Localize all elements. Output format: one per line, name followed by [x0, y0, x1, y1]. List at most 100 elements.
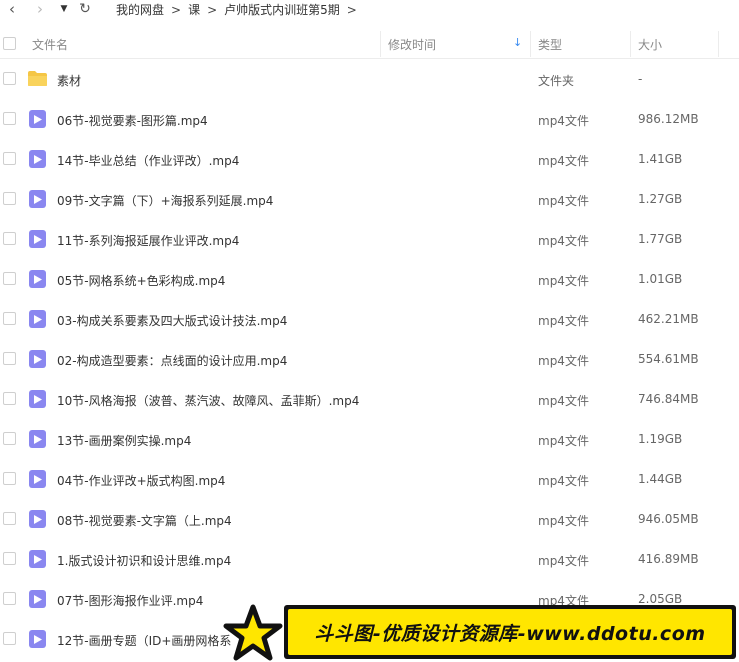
folder-icon [28, 71, 47, 86]
file-size: 1.27GB [638, 192, 683, 206]
file-name[interactable]: 09节-文字篇（下）+海报系列延展.mp4 [57, 192, 273, 209]
row-checkbox[interactable] [3, 232, 16, 245]
column-divider[interactable] [630, 31, 631, 57]
file-name[interactable]: 14节-毕业总结（作业评改）.mp4 [57, 152, 239, 169]
column-header-size[interactable]: 大小 [638, 36, 662, 53]
file-type: mp4文件 [538, 554, 589, 568]
folder-row[interactable]: 素材 文件夹 - [0, 59, 739, 99]
file-name[interactable]: 10节-风格海报（波普、蒸汽波、故障风、孟菲斯）.mp4 [57, 392, 359, 409]
file-name[interactable]: 05节-网格系统+色彩构成.mp4 [57, 272, 225, 289]
file-type: mp4文件 [538, 274, 589, 288]
file-list-header: 文件名 修改时间 ↓ 类型 大小 [0, 29, 739, 59]
file-type: mp4文件 [538, 114, 589, 128]
file-size: 1.77GB [638, 232, 683, 246]
column-header-name[interactable]: 文件名 [32, 36, 68, 53]
star-logo-icon [223, 604, 283, 661]
column-divider[interactable] [380, 31, 381, 57]
file-row[interactable]: 05节-网格系统+色彩构成.mp4 mp4文件 1.01GB [0, 259, 739, 299]
file-type: mp4文件 [538, 434, 589, 448]
refresh-icon[interactable]: ↻ [76, 0, 94, 18]
history-dropdown-icon[interactable]: ▼ [58, 0, 70, 18]
file-size: 2.05GB [638, 592, 683, 606]
file-row[interactable]: 02-构成造型要素：点线面的设计应用.mp4 mp4文件 554.61MB [0, 339, 739, 379]
file-name[interactable]: 素材 [57, 72, 81, 89]
watermark-banner-inner: 斗斗图-优质设计资源库-www.ddotu.com [288, 609, 732, 655]
back-arrow-icon[interactable]: ‹ [4, 0, 20, 18]
file-row[interactable]: 04节-作业评改+版式构图.mp4 mp4文件 1.44GB [0, 459, 739, 499]
column-header-type[interactable]: 类型 [538, 36, 562, 53]
breadcrumb-separator: > [346, 2, 357, 17]
row-checkbox[interactable] [3, 432, 16, 445]
file-size: 1.41GB [638, 152, 683, 166]
file-name[interactable]: 07节-图形海报作业评.mp4 [57, 592, 203, 609]
file-row[interactable]: 09节-文字篇（下）+海报系列延展.mp4 mp4文件 1.27GB [0, 179, 739, 219]
video-file-icon [29, 390, 46, 408]
breadcrumb-item-current-folder[interactable]: 卢帅版式内训班第5期 [224, 1, 340, 18]
file-type: mp4文件 [538, 194, 589, 208]
file-row[interactable]: 14节-毕业总结（作业评改）.mp4 mp4文件 1.41GB [0, 139, 739, 179]
file-size: 946.05MB [638, 512, 699, 526]
row-checkbox[interactable] [3, 512, 16, 525]
video-file-icon [29, 310, 46, 328]
file-type: mp4文件 [538, 234, 589, 248]
file-type: 文件夹 [538, 74, 575, 88]
file-row[interactable]: 08节-视觉要素-文字篇（上.mp4 mp4文件 946.05MB [0, 499, 739, 539]
breadcrumb-separator: > [171, 2, 182, 17]
file-name[interactable]: 12节-画册专题（ID+画册网格系 [57, 632, 231, 649]
sort-descending-icon[interactable]: ↓ [513, 36, 522, 49]
breadcrumb-item-my-drive[interactable]: 我的网盘 [116, 1, 164, 18]
file-size: 1.01GB [638, 272, 683, 286]
row-checkbox[interactable] [3, 152, 16, 165]
video-file-icon [29, 110, 46, 128]
file-name[interactable]: 03-构成关系要素及四大版式设计技法.mp4 [57, 312, 287, 329]
breadcrumb-separator: > [207, 2, 218, 17]
row-checkbox[interactable] [3, 272, 16, 285]
file-size: - [638, 72, 643, 86]
column-divider[interactable] [530, 31, 531, 57]
file-row[interactable]: 13节-画册案例实操.mp4 mp4文件 1.19GB [0, 419, 739, 459]
row-checkbox[interactable] [3, 112, 16, 125]
file-row[interactable]: 10节-风格海报（波普、蒸汽波、故障风、孟菲斯）.mp4 mp4文件 746.84M… [0, 379, 739, 419]
row-checkbox[interactable] [3, 592, 16, 605]
file-row[interactable]: 11节-系列海报延展作业评改.mp4 mp4文件 1.77GB [0, 219, 739, 259]
row-checkbox[interactable] [3, 312, 16, 325]
file-name[interactable]: 08节-视觉要素-文字篇（上.mp4 [57, 512, 232, 529]
video-file-icon [29, 510, 46, 528]
row-checkbox[interactable] [3, 632, 16, 645]
file-size: 462.21MB [638, 312, 699, 326]
row-checkbox[interactable] [3, 552, 16, 565]
row-checkbox[interactable] [3, 392, 16, 405]
file-name[interactable]: 1.版式设计初识和设计思维.mp4 [57, 552, 231, 569]
file-size: 746.84MB [638, 392, 699, 406]
forward-arrow-icon[interactable]: › [32, 0, 48, 18]
breadcrumb-item-course[interactable]: 课 [188, 1, 200, 18]
video-file-icon [29, 590, 46, 608]
file-name[interactable]: 06节-视觉要素-图形篇.mp4 [57, 112, 208, 129]
video-file-icon [29, 430, 46, 448]
file-type: mp4文件 [538, 474, 589, 488]
row-checkbox[interactable] [3, 72, 16, 85]
column-header-modified[interactable]: 修改时间 [388, 36, 436, 53]
file-type: mp4文件 [538, 514, 589, 528]
video-file-icon [29, 630, 46, 648]
row-checkbox[interactable] [3, 472, 16, 485]
row-checkbox[interactable] [3, 192, 16, 205]
file-name[interactable]: 02-构成造型要素：点线面的设计应用.mp4 [57, 352, 287, 369]
file-size: 554.61MB [638, 352, 699, 366]
file-type: mp4文件 [538, 354, 589, 368]
file-name[interactable]: 11节-系列海报延展作业评改.mp4 [57, 232, 239, 249]
file-name[interactable]: 04节-作业评改+版式构图.mp4 [57, 472, 225, 489]
select-all-checkbox[interactable] [3, 37, 16, 50]
file-name[interactable]: 13节-画册案例实操.mp4 [57, 432, 191, 449]
row-checkbox[interactable] [3, 352, 16, 365]
column-divider[interactable] [718, 31, 719, 57]
file-type: mp4文件 [538, 394, 589, 408]
file-size: 986.12MB [638, 112, 699, 126]
file-row[interactable]: 1.版式设计初识和设计思维.mp4 mp4文件 416.89MB [0, 539, 739, 579]
file-type: mp4文件 [538, 314, 589, 328]
file-row[interactable]: 06节-视觉要素-图形篇.mp4 mp4文件 986.12MB [0, 99, 739, 139]
file-size: 416.89MB [638, 552, 699, 566]
video-file-icon [29, 270, 46, 288]
file-row[interactable]: 03-构成关系要素及四大版式设计技法.mp4 mp4文件 462.21MB [0, 299, 739, 339]
video-file-icon [29, 150, 46, 168]
